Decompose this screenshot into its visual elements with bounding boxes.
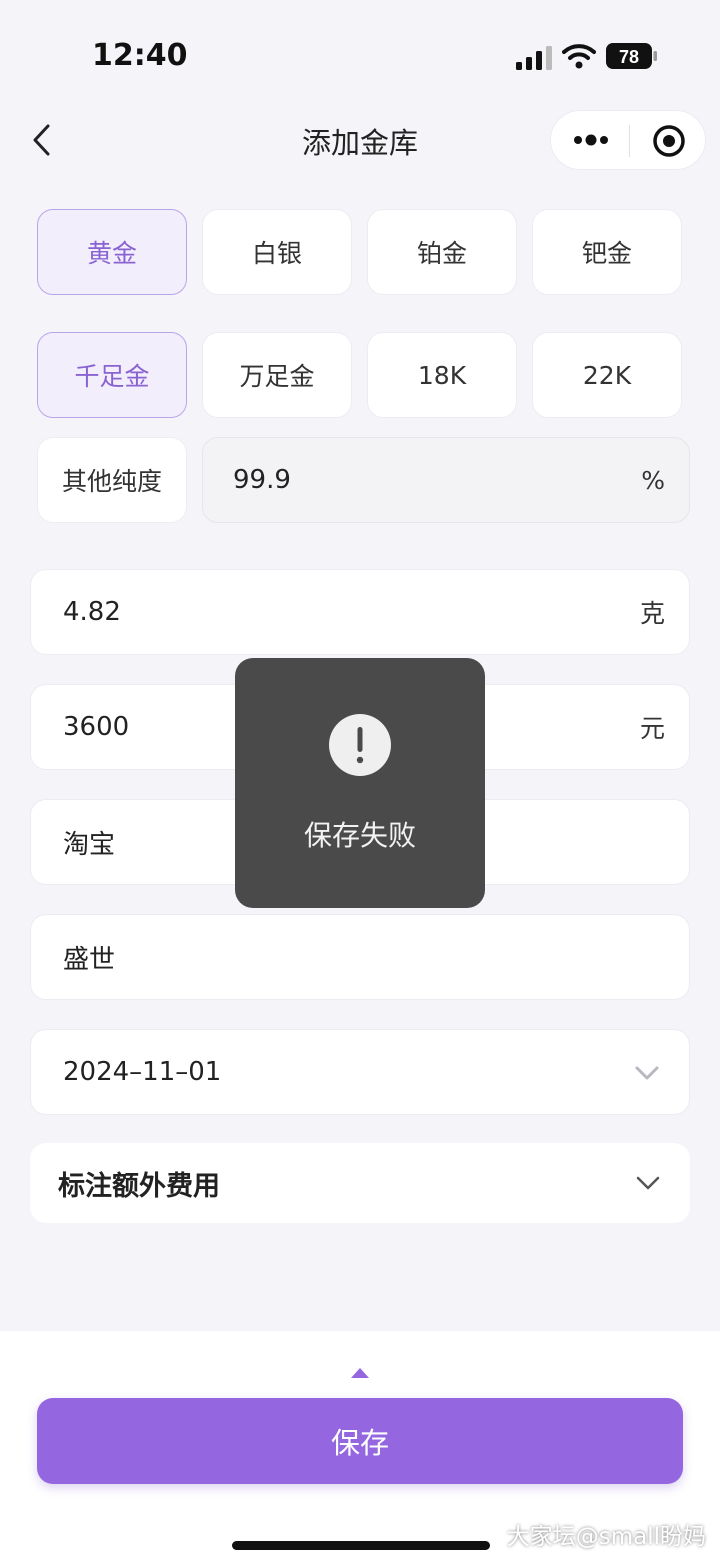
- purity-chip-18k[interactable]: 18K: [367, 332, 517, 418]
- home-indicator: [232, 1541, 490, 1550]
- status-time: 12:40: [92, 38, 188, 73]
- watermark: 大家坛@small盼妈: [506, 1524, 706, 1550]
- bottom-panel: 保存 大家坛@small盼妈: [0, 1331, 720, 1565]
- weight-unit: 克: [639, 599, 665, 628]
- close-miniprogram-icon[interactable]: [651, 123, 687, 159]
- price-unit: 元: [639, 714, 665, 743]
- battery-icon: 78: [606, 43, 657, 69]
- brand-value: 盛世: [63, 944, 116, 975]
- chevron-down-icon: [635, 1066, 659, 1080]
- metal-chip-palladium[interactable]: 钯金: [532, 209, 682, 295]
- price-value: 3600: [63, 712, 130, 742]
- metal-chip-gold[interactable]: 黄金: [37, 209, 187, 295]
- more-icon[interactable]: [571, 125, 611, 155]
- purity-unit: %: [641, 465, 665, 495]
- purity-chip-22k[interactable]: 22K: [532, 332, 682, 418]
- exclamation-icon: [329, 714, 391, 776]
- status-bar: 12:40 78: [0, 0, 720, 110]
- date-picker[interactable]: 2024–11–01: [30, 1029, 690, 1115]
- capsule-divider: [629, 125, 630, 157]
- extra-fee-toggle[interactable]: 标注额外费用: [30, 1143, 690, 1223]
- purity-chip-999[interactable]: 千足金: [37, 332, 187, 418]
- source-value: 淘宝: [63, 829, 116, 860]
- chevron-down-icon: [636, 1176, 660, 1190]
- purity-value: 99.9: [233, 465, 291, 495]
- purity-chip-9999[interactable]: 万足金: [202, 332, 352, 418]
- add-vault-page: 12:40 78 添加金库 黄金 白银 铂金 钯金 千足金 万足金 18K 22…: [0, 0, 720, 1565]
- error-toast: 保存失败: [235, 658, 485, 908]
- extra-fee-label: 标注额外费用: [58, 1170, 220, 1202]
- purity-chip-other[interactable]: 其他纯度: [37, 437, 187, 523]
- nav-bar: 添加金库: [0, 110, 720, 170]
- toast-message: 保存失败: [303, 819, 416, 852]
- weight-input[interactable]: 4.82 克: [30, 569, 690, 655]
- miniprogram-capsule: [550, 110, 706, 170]
- battery-level: 78: [619, 47, 639, 67]
- metal-chip-silver[interactable]: 白银: [202, 209, 352, 295]
- purity-input[interactable]: 99.9 %: [202, 437, 690, 523]
- brand-input[interactable]: 盛世: [30, 914, 690, 1000]
- wifi-icon: [562, 44, 596, 69]
- date-value: 2024–11–01: [63, 1057, 222, 1087]
- save-button[interactable]: 保存: [37, 1398, 683, 1484]
- caret-up-icon[interactable]: [351, 1366, 369, 1378]
- weight-value: 4.82: [63, 597, 121, 627]
- cellular-signal-icon: [516, 46, 552, 70]
- metal-chip-platinum[interactable]: 铂金: [367, 209, 517, 295]
